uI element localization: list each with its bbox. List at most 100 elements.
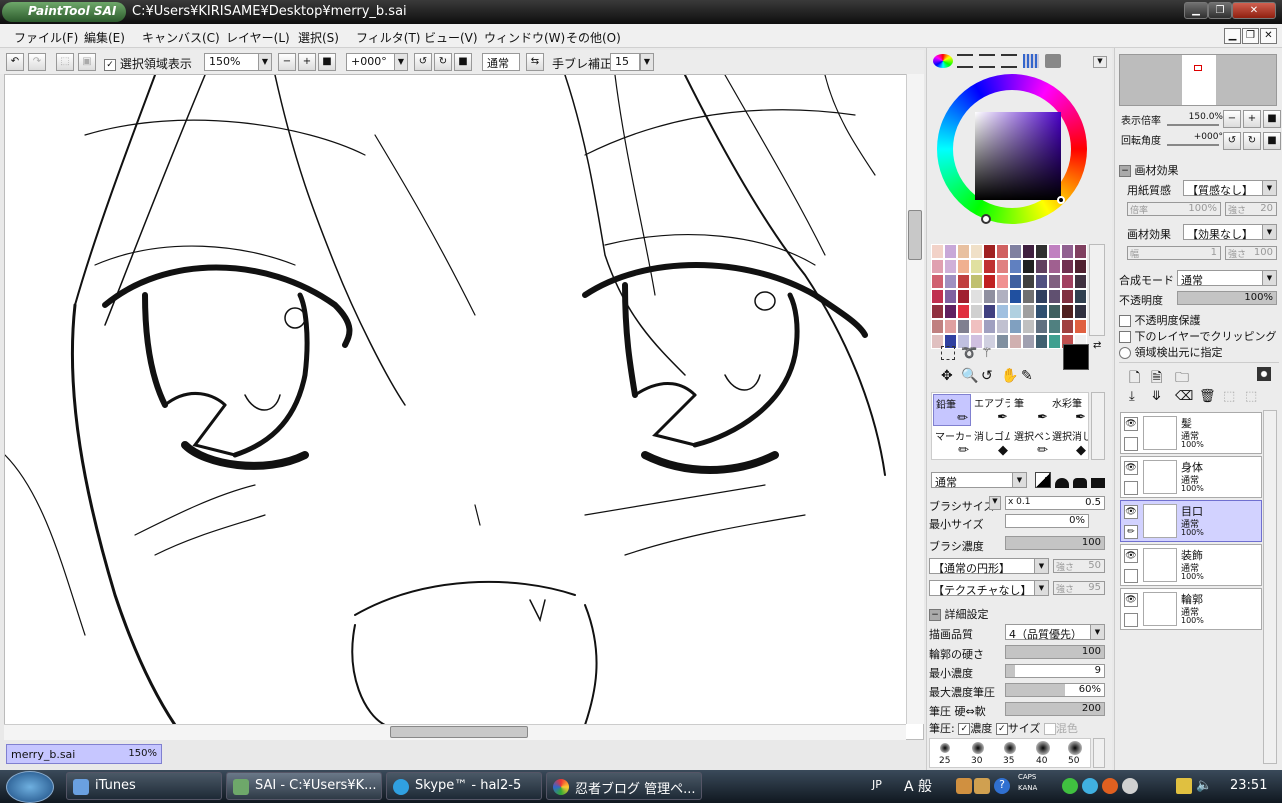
color-swatch[interactable] [931, 274, 944, 289]
new-layer-icon[interactable]: 🗋 [1129, 367, 1140, 391]
color-swatch[interactable] [1061, 304, 1074, 319]
color-swatch[interactable] [983, 244, 996, 259]
tool-select-eraser[interactable]: 選択消し ◆ [1050, 427, 1088, 459]
color-swatch[interactable] [957, 289, 970, 304]
nav-zoom-slider[interactable] [1167, 124, 1219, 126]
vertical-scrollbar[interactable] [906, 74, 924, 724]
color-swatch[interactable] [1074, 304, 1087, 319]
layer-select-checkbox[interactable] [1124, 481, 1138, 495]
tool-watercolor[interactable]: 水彩筆 ✒ [1050, 394, 1088, 426]
eye-icon[interactable]: 👁 [1124, 593, 1138, 607]
brush-density-slider[interactable]: 100 [1005, 536, 1105, 550]
color-swatch[interactable] [944, 274, 957, 289]
color-swatch[interactable] [931, 289, 944, 304]
nav-zoom-reset-icon[interactable]: ■ [1263, 110, 1281, 128]
zoom-select[interactable]: 150% [204, 53, 260, 71]
foreground-color-swatch[interactable] [1063, 344, 1089, 370]
tray-app-icon[interactable] [1122, 778, 1138, 794]
taskbar-itunes[interactable]: iTunes [66, 772, 222, 800]
color-swatch[interactable] [1074, 274, 1087, 289]
color-wheel-tab-icon[interactable] [933, 54, 953, 68]
color-swatch[interactable] [1022, 334, 1035, 349]
color-swatch[interactable] [996, 304, 1009, 319]
color-swatch[interactable] [957, 274, 970, 289]
layer-select-checkbox[interactable] [1124, 569, 1138, 583]
color-swatch[interactable] [931, 244, 944, 259]
layer-opacity-slider[interactable]: 100% [1177, 291, 1277, 305]
brush-size-slider[interactable]: x 0.1 0.5 [1005, 496, 1105, 510]
texture-strength-slider[interactable]: 強さ 95 [1053, 581, 1105, 595]
hue-marker-icon[interactable] [981, 214, 991, 224]
color-swatch[interactable] [1009, 319, 1022, 334]
color-swatch[interactable] [944, 304, 957, 319]
eye-icon[interactable]: 👁 [1124, 417, 1138, 431]
brush-shape-sharp-icon[interactable] [1035, 472, 1051, 488]
close-button[interactable]: ✕ [1232, 2, 1276, 19]
color-swatch[interactable] [1035, 334, 1048, 349]
color-swatch[interactable] [1061, 289, 1074, 304]
swatch-scrollbar[interactable] [1089, 244, 1105, 336]
min-density-slider[interactable]: 9 [1005, 664, 1105, 678]
menu-window[interactable]: ウィンドウ(W) [484, 29, 565, 46]
panel-menu-icon[interactable]: ▼ [1093, 56, 1107, 68]
layer-disabled-icon[interactable]: ⬚ [1223, 389, 1235, 404]
menu-filter[interactable]: フィルタ(T) [356, 29, 420, 46]
max-pressure-slider[interactable]: 60% [1005, 683, 1105, 697]
color-swatch[interactable] [1035, 319, 1048, 334]
tray-app-icon[interactable] [1102, 778, 1118, 794]
color-swatch[interactable] [944, 259, 957, 274]
sv-marker-icon[interactable] [1057, 196, 1065, 204]
color-swatch[interactable] [996, 244, 1009, 259]
pencil-icon[interactable]: ✏ [1124, 525, 1138, 539]
eye-icon[interactable]: 👁 [1124, 461, 1138, 475]
ime-dictionary-icon[interactable] [974, 778, 990, 794]
show-selection-checkbox[interactable]: ✓ [104, 58, 116, 71]
brush-shape-round-icon[interactable] [1055, 478, 1069, 488]
zoom-tool-icon[interactable]: 🔍 [961, 368, 978, 384]
layer-item[interactable]: 👁 装飾 通常 100% [1120, 544, 1262, 586]
color-swatch-grid[interactable] [931, 244, 1087, 349]
color-swatch[interactable] [983, 259, 996, 274]
brush-preset-dot-icon[interactable] [1004, 742, 1016, 754]
canvas-tab[interactable]: merry_b.sai 150% [6, 744, 162, 764]
tray-app-icon[interactable] [1082, 778, 1098, 794]
network-icon[interactable] [1176, 778, 1192, 794]
mdi-close-button[interactable]: ✕ [1260, 28, 1277, 44]
color-swatch[interactable] [996, 259, 1009, 274]
intermediate-color-tab-icon[interactable] [1001, 54, 1017, 68]
clipping-checkbox[interactable] [1119, 331, 1131, 343]
layer-blend-select[interactable]: 通常 ▼ [1177, 270, 1277, 287]
color-swatch[interactable] [970, 274, 983, 289]
selection-source-radio[interactable] [1119, 347, 1131, 359]
color-swatch[interactable] [970, 304, 983, 319]
menu-other[interactable]: その他(O) [566, 29, 621, 46]
pressure-mix-checkbox[interactable] [1043, 723, 1056, 735]
tool-eraser[interactable]: 消しゴム ◆ [972, 427, 1010, 459]
saturation-value-square[interactable] [975, 112, 1061, 200]
nav-rotate-left-icon[interactable]: ↺ [1223, 132, 1241, 150]
layer-select-checkbox[interactable] [1124, 613, 1138, 627]
menu-file[interactable]: ファイル(F) [14, 29, 78, 46]
color-swatch[interactable] [1009, 334, 1022, 349]
lasso-icon[interactable]: ➰ [961, 346, 977, 361]
color-swatch[interactable] [970, 319, 983, 334]
color-swatch[interactable] [1009, 259, 1022, 274]
menu-select[interactable]: 選択(S) [298, 29, 339, 46]
color-swatch[interactable] [1022, 274, 1035, 289]
size-multiplier-dropdown[interactable]: ▼ [989, 496, 1001, 510]
collapse-icon[interactable]: − [1119, 165, 1131, 177]
mdi-minimize-button[interactable]: ▁ [1224, 28, 1241, 44]
color-swatch[interactable] [970, 289, 983, 304]
edge-hardness-slider[interactable]: 100 [1005, 645, 1105, 659]
brush-preset-dot-icon[interactable] [940, 743, 950, 753]
vertical-scroll-thumb[interactable] [908, 210, 922, 260]
blend-mode-select[interactable]: 通常 [482, 53, 520, 71]
help-icon[interactable]: ? [994, 778, 1010, 794]
layer-item[interactable]: 👁 身体 通常 100% [1120, 456, 1262, 498]
color-swatch[interactable] [1048, 274, 1061, 289]
nav-zoom-out-icon[interactable]: − [1223, 110, 1241, 128]
color-swatch[interactable] [1074, 244, 1087, 259]
tool-pencil[interactable]: 鉛筆 ✏ [933, 394, 971, 426]
brush-shape-select[interactable]: 【通常の円形】 ▼ [929, 558, 1049, 575]
quality-select[interactable]: 4（品質優先） ▼ [1005, 624, 1105, 641]
